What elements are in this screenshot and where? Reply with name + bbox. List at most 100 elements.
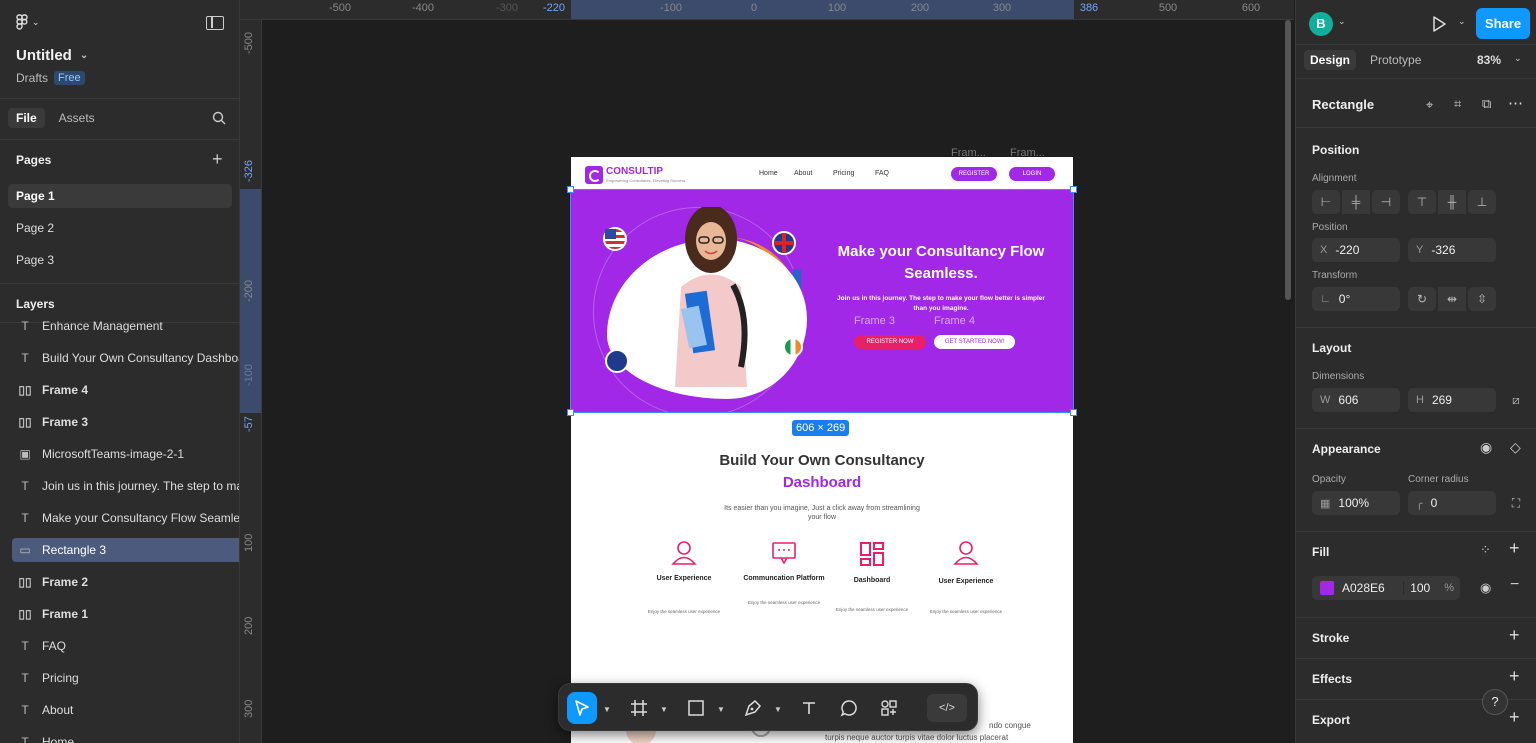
feature-card[interactable]: Communcation Platform Enjoy the seamless… [739,539,829,606]
nav-about[interactable]: About [794,170,812,177]
section-title-highlight[interactable]: Dashboard [571,474,1073,491]
eye-icon[interactable]: ◉ [1480,439,1492,456]
help-button[interactable]: ? [1482,689,1508,715]
flip-horizontal-icon[interactable]: ⇹ [1438,287,1466,311]
section-title[interactable]: Build Your Own Consultancy [571,452,1073,469]
dev-mode-toggle[interactable]: </> [927,694,967,722]
width-field[interactable]: W 606 [1312,388,1400,412]
align-center-h-icon[interactable]: ╪ [1342,190,1370,214]
add-stroke-icon[interactable]: + [1509,625,1520,646]
layer-item[interactable]: T About [12,698,239,722]
play-icon[interactable] [1432,16,1446,32]
page-item-1[interactable]: Page 1 [8,184,232,208]
layer-item[interactable]: T Build Your Own Consultancy Dashboard [12,346,239,370]
chevron-down-icon[interactable]: ⌄ [1514,53,1522,64]
hero-title[interactable]: Make your Consultancy Flow Seamless. [823,241,1059,285]
tab-file[interactable]: File [8,108,45,128]
fill-row[interactable]: A028E6 100 % [1312,576,1460,600]
more-options-icon[interactable]: ⋯ [1508,94,1523,112]
frame-selection-icon[interactable]: ⌗ [1454,96,1461,112]
design-frame[interactable]: CONSULTIP Empowering Consultants, Elevat… [571,157,1073,743]
layer-item[interactable]: ▭ Rectangle 3 [12,538,239,562]
tab-assets[interactable]: Assets [51,108,103,128]
rotate-icon[interactable]: ↻ [1408,287,1436,311]
blend-mode-icon[interactable]: ◇ [1510,439,1521,456]
x-field[interactable]: X -220 [1312,238,1400,262]
chevron-down-icon[interactable]: ⌄ [1458,16,1466,27]
layer-item[interactable]: T Enhance Management [12,314,239,338]
user-avatar[interactable]: B [1309,12,1333,36]
nav-home[interactable]: Home [759,170,778,177]
layer-item[interactable]: ▯▯ Frame 1 [12,602,239,626]
section-subtitle[interactable]: Its easier than you imagine, Just a clic… [721,504,923,522]
layer-item[interactable]: T Make your Consultancy Flow Seamless [12,506,239,530]
feature-card[interactable]: User Experience Enjoy the seamless user … [639,539,729,615]
eye-icon[interactable]: ◉ [1480,580,1491,596]
canvas-scrollbar[interactable] [1285,20,1291,300]
corner-radius-field[interactable]: ╭ 0 [1408,491,1496,515]
remove-fill-icon[interactable]: − [1510,576,1519,594]
nav-pricing[interactable]: Pricing [833,170,854,177]
pen-tool[interactable] [739,692,767,724]
resize-handle[interactable] [1070,409,1077,416]
height-field[interactable]: H 269 [1408,388,1496,412]
chevron-down-icon[interactable]: ▼ [717,705,725,714]
layer-item[interactable]: T Home [12,730,239,743]
flip-vertical-icon[interactable]: ⇳ [1468,287,1496,311]
resize-handle[interactable] [567,409,574,416]
chevron-down-icon[interactable]: ▼ [603,705,611,714]
chevron-down-icon[interactable]: ▼ [660,705,668,714]
shape-tool[interactable] [682,692,710,724]
tab-prototype[interactable]: Prototype [1364,50,1427,70]
page-item-3[interactable]: Page 3 [8,248,232,272]
layer-item[interactable]: T FAQ [12,634,239,658]
resize-handle[interactable] [567,186,574,193]
layer-item[interactable]: ▯▯ Frame 4 [12,378,239,402]
feature-card[interactable]: Dashboard Enjoy the seamless user experi… [827,541,917,613]
align-middle-v-icon[interactable]: ╫ [1438,190,1466,214]
hero-rectangle[interactable]: Make your Consultancy Flow Seamless. Joi… [571,189,1073,417]
add-effect-icon[interactable]: + [1509,666,1520,687]
add-fill-icon[interactable]: + [1509,538,1520,559]
layer-item[interactable]: ▯▯ Frame 3 [12,410,239,434]
add-export-icon[interactable]: + [1509,707,1520,728]
layer-item[interactable]: T Join us in this journey. The step to ma… [12,474,239,498]
align-bottom-icon[interactable]: ⊥ [1468,190,1496,214]
actions-tool[interactable] [875,692,903,724]
text-tool[interactable] [795,692,823,724]
frame-tool[interactable] [625,692,653,724]
styles-icon[interactable]: ⁘ [1480,542,1491,558]
align-top-icon[interactable]: ⊤ [1408,190,1436,214]
component-icon[interactable]: ⌖ [1426,97,1433,113]
file-name[interactable]: Untitled ⌄ [16,47,88,64]
frame-4-label[interactable]: Frame 4 [934,315,975,327]
layer-item[interactable]: ▯▯ Frame 2 [12,570,239,594]
hero-subtitle[interactable]: Join us in this journey. The step to mak… [835,294,1047,314]
zoom-level[interactable]: 83% [1477,53,1501,67]
get-started-button[interactable]: GET STARTED NOW! [934,335,1015,349]
location-text[interactable]: Drafts [16,71,48,85]
layer-item[interactable]: ▣ MicrosoftTeams-image-2-1 [12,442,239,466]
align-left-icon[interactable]: ⊢ [1312,190,1340,214]
tab-design[interactable]: Design [1304,50,1357,70]
fill-swatch[interactable] [1320,581,1334,595]
opacity-field[interactable]: ▦ 100% [1312,491,1400,515]
comment-tool[interactable] [835,692,863,724]
register-now-button[interactable]: REGISTER NOW [854,335,926,349]
rotation-field[interactable]: ∟ 0° [1312,287,1400,311]
page-item-2[interactable]: Page 2 [8,216,232,240]
move-tool[interactable] [567,692,597,724]
main-menu-button[interactable]: ⌄ [16,14,40,30]
align-right-icon[interactable]: ⊣ [1372,190,1400,214]
layer-item[interactable]: T Pricing [12,666,239,690]
chevron-down-icon[interactable]: ⌄ [1338,16,1346,27]
add-page-icon[interactable]: + [212,150,223,168]
frame-3-label[interactable]: Frame 3 [854,315,895,327]
feature-card[interactable]: User Experience Enjoy the seamless user … [921,539,1011,615]
boolean-icon[interactable]: ⧉ [1482,96,1491,112]
site-register-button[interactable]: REGISTER [951,167,997,181]
chevron-down-icon[interactable]: ▼ [774,705,782,714]
search-icon[interactable] [212,111,226,125]
nav-faq[interactable]: FAQ [875,170,889,177]
constrain-proportions-icon[interactable]: ⧄ [1502,388,1530,412]
